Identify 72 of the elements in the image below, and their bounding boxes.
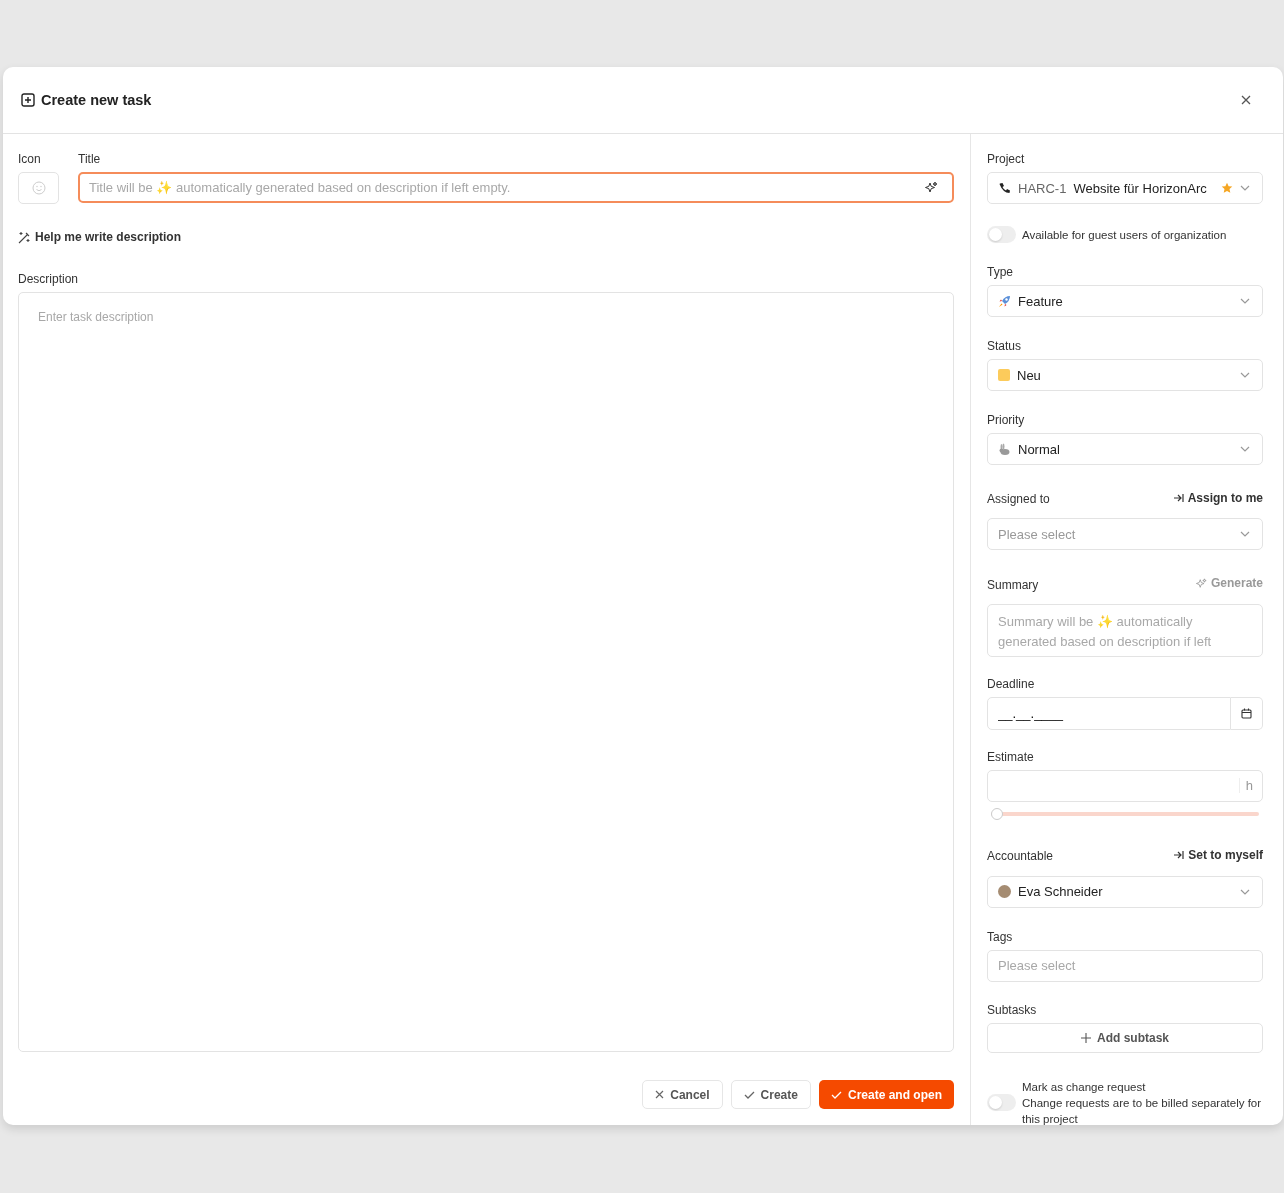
check-icon (830, 1090, 842, 1099)
field-label: Tags (987, 929, 1014, 944)
set-to-myself-link[interactable]: Set to myself (1173, 847, 1263, 862)
dialog-title: Create new task (41, 92, 152, 108)
field-label: Type (987, 265, 1014, 279)
project-code: HARC-1 (1018, 180, 1067, 196)
field-label: Title (78, 152, 102, 166)
arrow-to-line-icon (1173, 849, 1185, 860)
slider-handle[interactable] (991, 807, 1003, 820)
rabbit-icon (998, 442, 1011, 456)
plus-icon (1081, 1032, 1091, 1043)
field-label: Icon (18, 152, 42, 166)
title-field[interactable]: Title will be ✨ automatically generated based on description if left empty. (78, 172, 954, 203)
smiley-icon (31, 181, 46, 195)
guest-access-toggle[interactable] (987, 226, 1016, 243)
project-select[interactable]: HARC-1 Website für HorizonArc (987, 172, 1263, 204)
chevron-down-icon (1240, 185, 1250, 191)
tags-field[interactable]: Please select (987, 949, 1263, 982)
rocket-icon (998, 294, 1011, 308)
deadline-field[interactable]: __.__.____ (987, 696, 1231, 730)
field-label: Estimate (987, 749, 1035, 764)
calendar-button[interactable] (1231, 696, 1263, 730)
status-value: Neu (1017, 367, 1041, 383)
priority-select[interactable]: Normal (987, 433, 1263, 465)
field-label: Status (987, 339, 1023, 353)
calendar-icon (1241, 707, 1252, 719)
chevron-down-icon (1240, 446, 1250, 452)
arrow-to-line-icon (1172, 493, 1184, 503)
type-select[interactable]: Feature (987, 285, 1263, 317)
close-icon (1241, 95, 1251, 105)
field-label: Deadline (987, 676, 1036, 691)
field-label: Accountable (987, 848, 1054, 863)
create-button[interactable]: Create (730, 1080, 811, 1109)
priority-value: Normal (1018, 441, 1060, 457)
toggle-label: Mark as change request (1022, 1079, 1147, 1095)
icon-picker[interactable] (18, 172, 59, 204)
phone-icon (998, 181, 1011, 195)
check-icon (743, 1090, 755, 1099)
plus-square-icon (21, 93, 35, 107)
sparkle-icon (925, 181, 938, 194)
field-label: Priority (987, 413, 1026, 427)
status-select[interactable]: Neu (987, 359, 1263, 391)
cancel-button[interactable]: Cancel (642, 1080, 723, 1109)
type-value: Feature (1018, 293, 1063, 309)
change-request-toggle[interactable] (987, 1094, 1016, 1111)
close-icon (655, 1090, 665, 1099)
chevron-down-icon (1240, 531, 1250, 537)
sparkle-icon (1195, 577, 1207, 589)
accountable-select[interactable]: Eva Schneider (987, 875, 1263, 908)
toggle-label: Available for guest users of organization (1022, 228, 1227, 241)
help-write-description-link[interactable]: Help me write description (18, 230, 182, 244)
avatar (998, 885, 1011, 898)
toggle-description: Change requests are to be billed separately for this project (1022, 1095, 1262, 1125)
chevron-down-icon (1240, 888, 1250, 895)
create-and-open-button[interactable]: Create and open (818, 1080, 954, 1109)
field-label: Assigned to (987, 492, 1050, 506)
field-label: Subtasks (987, 1002, 1038, 1017)
add-subtask-button[interactable]: Add subtask (987, 1022, 1263, 1053)
chevron-down-icon (1240, 298, 1250, 304)
field-label: Description (18, 272, 80, 286)
magic-wand-icon (18, 230, 31, 244)
field-label: Project (987, 152, 1026, 166)
estimate-field[interactable] (987, 769, 1263, 802)
description-field[interactable]: Enter task description (18, 292, 954, 1052)
summary-field[interactable]: Summary will be ✨ automatically generated based on description if left (987, 603, 1263, 657)
placeholder-text: Please select (998, 526, 1076, 542)
assign-to-me-link[interactable]: Assign to me (1172, 491, 1263, 505)
project-name: Website für HorizonArc (1073, 180, 1207, 196)
accountable-value: Eva Schneider (1018, 884, 1103, 899)
unit-label: h (1238, 777, 1253, 793)
field-label: Summary (987, 577, 1039, 592)
chevron-down-icon (1240, 372, 1250, 378)
